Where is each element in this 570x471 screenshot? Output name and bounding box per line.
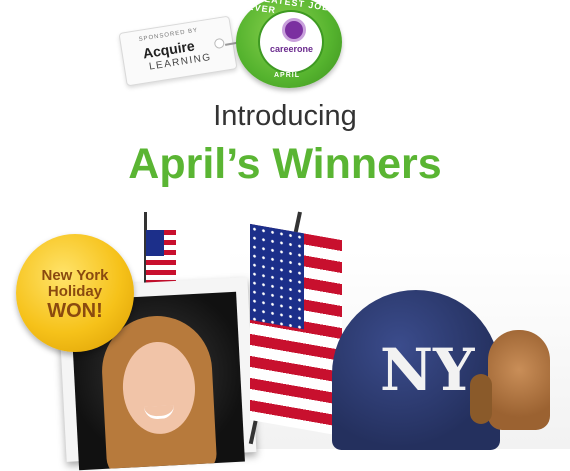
small-flag-canton <box>146 230 164 256</box>
small-us-flag-icon <box>146 230 176 284</box>
ny-logo: NY <box>380 336 475 404</box>
careerone-logo-icon <box>282 18 306 42</box>
medal-line-2: Holiday <box>47 283 103 300</box>
won-medal: New York Holiday WON! <box>16 234 134 352</box>
big-us-flag-icon <box>250 223 342 437</box>
big-flag-canton <box>250 223 304 330</box>
sponsor-tag: SPONSORED BY Acquire LEARNING <box>118 15 238 87</box>
badge-bottom-text: APRIL <box>274 72 300 79</box>
page-title: April’s Winners <box>128 140 442 188</box>
yankees-cap: NY <box>332 290 500 450</box>
chipmunk-tail <box>470 374 492 424</box>
tag-hole <box>213 37 226 50</box>
medal-line-1: New York <box>41 267 109 284</box>
badge-logo-text: careerone <box>270 44 314 54</box>
chipmunk-image <box>470 330 550 430</box>
medal-won-text: WON! <box>47 300 103 322</box>
greatest-job-ever-badge: GREATEST JOB EVER careerone APRIL <box>236 0 342 88</box>
badge-center: careerone <box>258 10 324 74</box>
intro-heading: Introducing <box>213 100 357 132</box>
